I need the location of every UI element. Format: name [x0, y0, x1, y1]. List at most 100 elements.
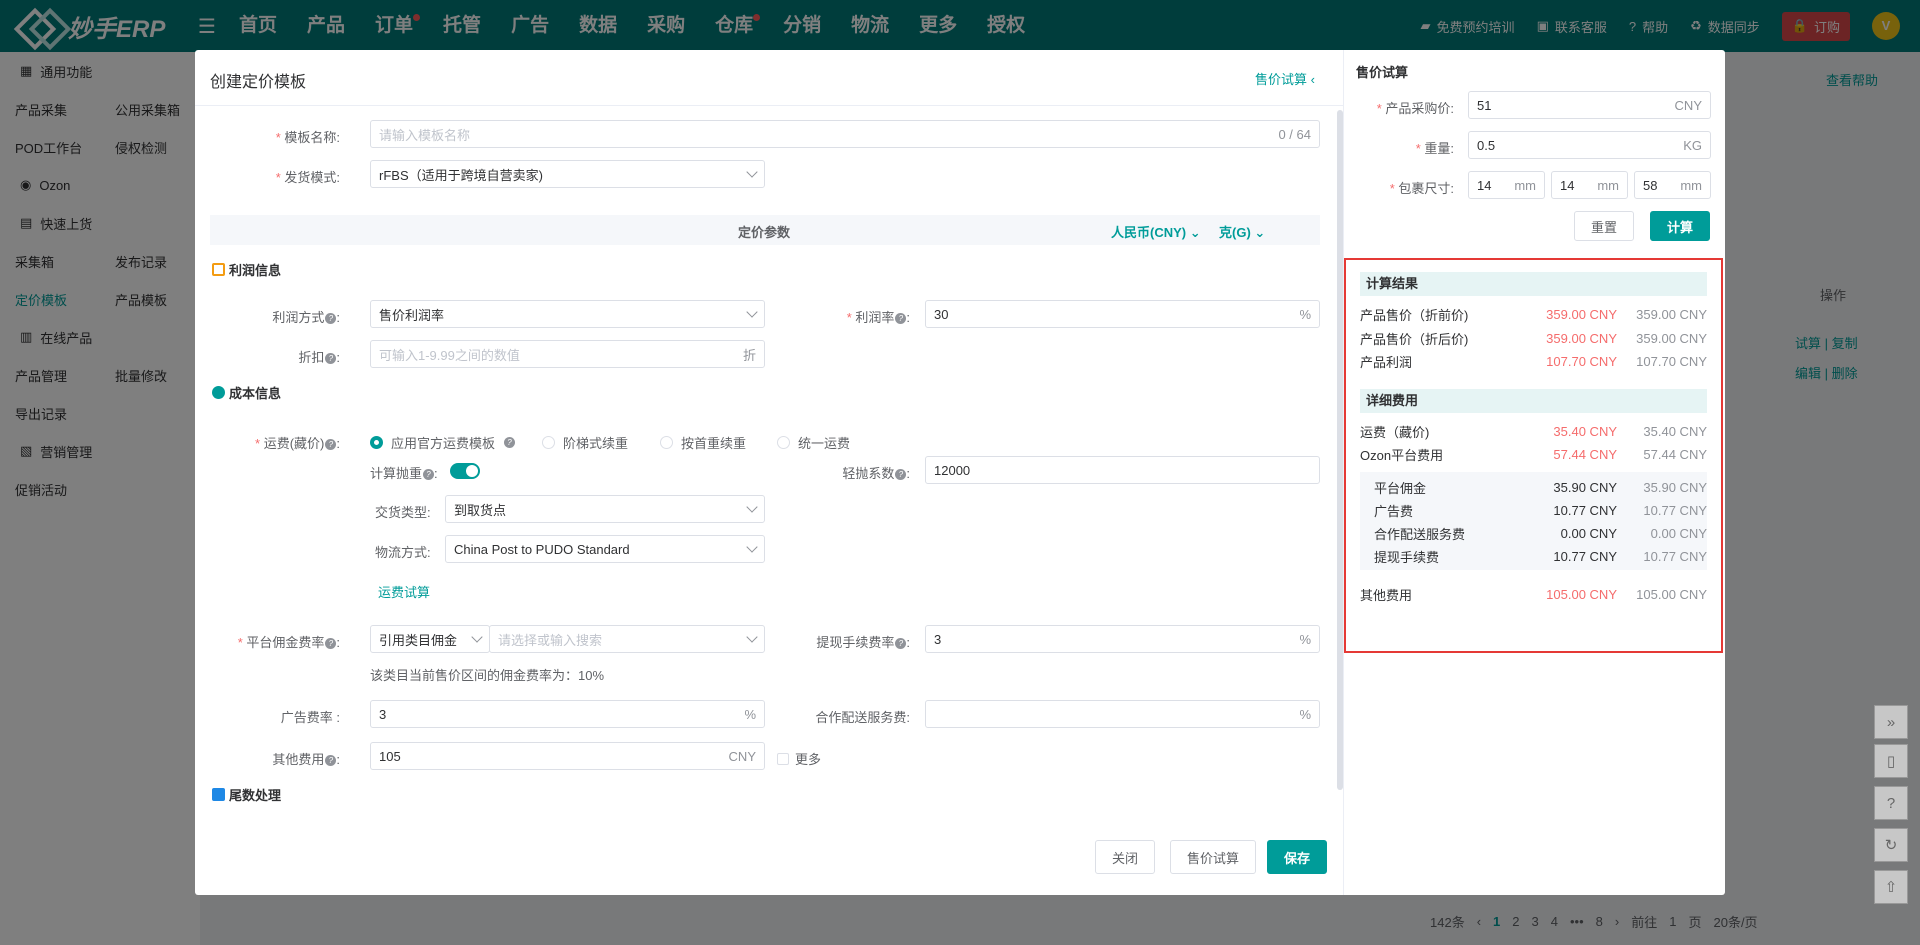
- purchase-value: 51: [1477, 97, 1492, 113]
- purchase-label: 产品采购价:: [1364, 98, 1454, 117]
- char-counter: 0 / 64: [1278, 126, 1311, 142]
- chevron-down-icon: [746, 501, 758, 513]
- ad-rate-input[interactable]: 3%: [370, 700, 765, 728]
- withdraw-fee-input[interactable]: 3%: [925, 625, 1320, 653]
- chevron-left-icon: ‹: [1310, 72, 1315, 87]
- logistics-select[interactable]: China Post to PUDO Standard: [445, 535, 765, 563]
- radio-first-weight[interactable]: 按首重续重: [660, 433, 746, 452]
- ship-mode-value: rFBS（适用于跨境自营卖家): [379, 167, 543, 183]
- sub-detail-value-alt: 35.90 CNY: [1643, 479, 1707, 495]
- weight-input[interactable]: 0.5 KG: [1468, 131, 1711, 159]
- radio-tiered[interactable]: 阶梯式续重: [542, 433, 628, 452]
- calc-panel-title: 售价试算: [1356, 65, 1409, 80]
- more-label: 更多: [795, 752, 822, 767]
- help-icon[interactable]: ?: [895, 313, 907, 325]
- chevron-down-icon: [746, 166, 758, 178]
- template-name-input[interactable]: 请输入模板名称 0 / 64: [370, 120, 1320, 148]
- weight-unit-value: 克(G): [1219, 225, 1251, 240]
- delivery-type-select[interactable]: 到取货点: [445, 495, 765, 523]
- commission-mode-select[interactable]: 引用类目佣金: [370, 625, 490, 653]
- tail-section-label: 尾数处理: [229, 788, 282, 803]
- sub-detail-value: 10.77 CNY: [1553, 548, 1617, 564]
- other-fee-input[interactable]: 105 CNY: [370, 742, 765, 770]
- list-icon: [212, 788, 225, 801]
- collapse-icon[interactable]: »: [1874, 705, 1908, 739]
- result-value: 359.00 CNY: [1546, 306, 1617, 322]
- other-fee-label: 其他费用?:: [272, 752, 340, 767]
- light-factor-label: 轻抛系数?:: [842, 466, 910, 481]
- refresh-icon[interactable]: ↻: [1874, 828, 1908, 862]
- help-icon[interactable]: ?: [423, 469, 435, 481]
- template-name-placeholder: 请输入模板名称: [379, 127, 471, 143]
- dialog-title: 创建定价模板: [210, 74, 307, 91]
- price-calc-toggle-label: 售价试算: [1255, 72, 1308, 87]
- detail-value: 35.40 CNY: [1553, 423, 1617, 439]
- price-calc-toggle[interactable]: 售价试算 ‹: [1255, 69, 1315, 88]
- result-row: 产品售价（折后价) 359.00 CNY 359.00 CNY: [1360, 328, 1707, 348]
- result-row: 产品售价（折前价) 359.00 CNY 359.00 CNY: [1360, 304, 1707, 324]
- close-button[interactable]: 关闭: [1095, 840, 1155, 874]
- light-factor-value: 12000: [934, 462, 971, 478]
- freight-calc-link[interactable]: 运费试算: [378, 582, 430, 601]
- delivery-service-label: 合作配送服务费:: [815, 710, 910, 725]
- price-calc-button[interactable]: 售价试算: [1170, 840, 1256, 874]
- reset-button[interactable]: 重置: [1574, 211, 1634, 241]
- light-factor-input[interactable]: 12000: [925, 456, 1320, 484]
- delivery-service-input[interactable]: %: [925, 700, 1320, 728]
- save-button[interactable]: 保存: [1267, 840, 1327, 874]
- help-icon[interactable]: ?: [325, 439, 337, 451]
- radio-official-template[interactable]: 应用官方运费模板?: [370, 433, 516, 452]
- currency-select[interactable]: 人民币(CNY) ⌄: [1111, 222, 1201, 241]
- length-value: 14: [1477, 177, 1492, 193]
- mm-suffix: mm: [1597, 177, 1619, 193]
- help-icon[interactable]: ?: [895, 638, 907, 650]
- weight-unit-select[interactable]: 克(G) ⌄: [1219, 222, 1265, 241]
- radio-dot: [542, 436, 555, 449]
- volumetric-label: 计算抛重?:: [370, 466, 438, 481]
- create-pricing-template-dialog: 创建定价模板 售价试算 ‹ 模板名称: 请输入模板名称0 / 64 发货模式: …: [195, 50, 1725, 895]
- width-input[interactable]: 14 mm: [1551, 171, 1628, 199]
- ship-mode-select[interactable]: rFBS（适用于跨境自营卖家): [370, 160, 765, 188]
- divider: [195, 105, 1343, 106]
- profit-section-title: 利润信息: [212, 260, 281, 279]
- help-icon[interactable]: ?: [325, 638, 337, 650]
- commission-hint: 该类目当前售价区间的佣金费率为：10%: [370, 668, 605, 683]
- cost-section-label: 成本信息: [229, 386, 282, 401]
- discount-input[interactable]: 可输入1-9.99之间的数值 折: [370, 340, 765, 368]
- guide-icon[interactable]: ?: [1874, 786, 1908, 820]
- detail-value: 57.44 CNY: [1553, 446, 1617, 462]
- commission-category-select[interactable]: 请选择或输入搜索: [489, 625, 765, 653]
- sub-detail-value-alt: 0.00 CNY: [1650, 525, 1707, 541]
- profit-rate-input[interactable]: 30%: [925, 300, 1320, 328]
- size-label: 包裹尺寸:: [1364, 178, 1454, 197]
- mobile-icon[interactable]: ▯: [1874, 744, 1908, 778]
- radio-label: 应用官方运费模板: [391, 436, 496, 451]
- result-key: 产品售价（折后价): [1360, 331, 1469, 347]
- cny-suffix: CNY: [728, 748, 756, 764]
- percent-suffix: %: [1299, 706, 1311, 722]
- logistics-value: China Post to PUDO Standard: [454, 541, 630, 557]
- template-form: 创建定价模板 售价试算 ‹ 模板名称: 请输入模板名称0 / 64 发货模式: …: [195, 50, 1343, 895]
- help-icon[interactable]: ?: [325, 353, 337, 365]
- volumetric-toggle[interactable]: [450, 463, 480, 479]
- radio-flat[interactable]: 统一运费: [777, 433, 850, 452]
- radio-label: 阶梯式续重: [563, 436, 629, 451]
- back-to-top-icon[interactable]: ⇧: [1874, 870, 1908, 904]
- result-value: 107.70 CNY: [1546, 353, 1617, 369]
- help-icon[interactable]: ?: [895, 469, 907, 481]
- sub-detail-row: 合作配送服务费 0.00 CNY 0.00 CNY: [1360, 523, 1707, 543]
- other-fee-result-alt: 105.00 CNY: [1636, 586, 1707, 602]
- help-icon[interactable]: ?: [325, 313, 337, 325]
- more-checkbox[interactable]: 更多: [777, 749, 821, 768]
- delivery-type-value: 到取货点: [454, 502, 507, 518]
- help-icon[interactable]: ?: [325, 755, 337, 767]
- height-input[interactable]: 58 mm: [1634, 171, 1711, 199]
- length-input[interactable]: 14 mm: [1468, 171, 1545, 199]
- radio-dot: [660, 436, 673, 449]
- profit-method-select[interactable]: 售价利润率: [370, 300, 765, 328]
- purchase-input[interactable]: 51 CNY: [1468, 91, 1711, 119]
- help-icon[interactable]: ?: [504, 437, 516, 448]
- compute-button[interactable]: 计算: [1650, 211, 1710, 241]
- price-calc-panel: 售价试算 产品采购价: 51 CNY 重量: 0.5 KG 包裹尺寸: 14 mm 1…: [1343, 50, 1725, 895]
- ad-rate-value: 3: [379, 706, 387, 722]
